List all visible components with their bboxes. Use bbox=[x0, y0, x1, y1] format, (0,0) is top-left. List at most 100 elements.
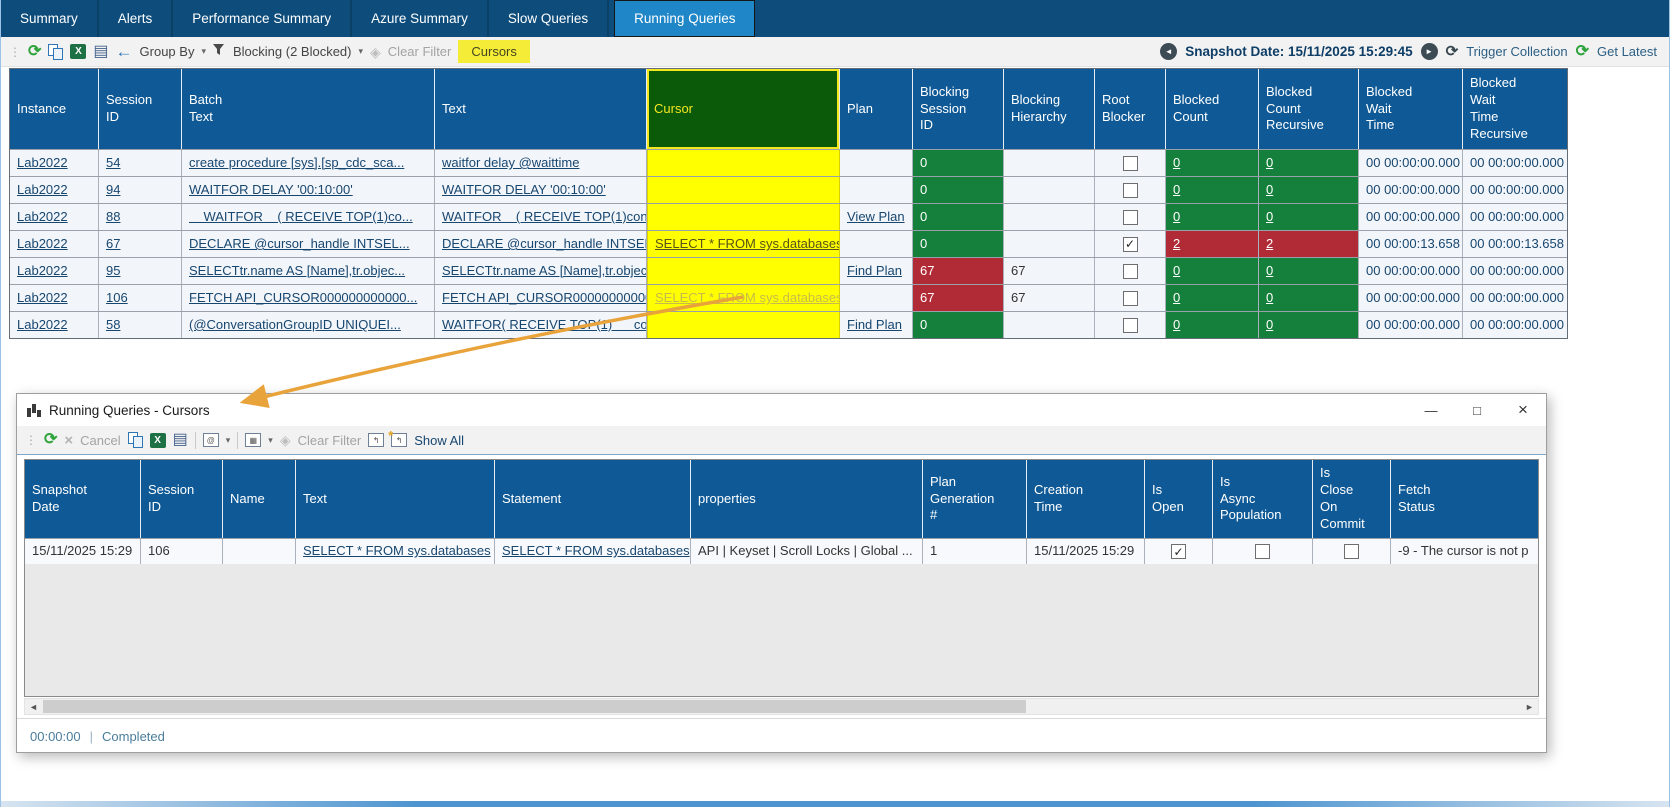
collapse-window-icon[interactable]: ↰ bbox=[368, 433, 384, 447]
count-link[interactable]: 0 bbox=[1173, 155, 1180, 170]
close-button[interactable]: × bbox=[1500, 394, 1546, 426]
grid-link[interactable]: Lab2022 bbox=[17, 182, 68, 197]
grid-link[interactable]: Lab2022 bbox=[17, 155, 68, 170]
cursors-button[interactable]: Cursors bbox=[458, 40, 530, 63]
grid-link[interactable]: SELECTtr.name AS [Name],tr.objec... bbox=[189, 263, 405, 278]
tab-alerts[interactable]: Alerts bbox=[99, 0, 174, 37]
grid-link[interactable]: WAITFOR DELAY '00:10:00' bbox=[442, 182, 606, 197]
tab-performance-summary[interactable]: Performance Summary bbox=[173, 0, 352, 37]
blocking-filter-button[interactable]: Blocking (2 Blocked) bbox=[233, 44, 352, 59]
grid-link[interactable]: DECLARE @cursor_handle INTSEL... bbox=[442, 236, 647, 251]
cursor-link[interactable]: SELECT * FROM sys.databases bbox=[655, 290, 840, 305]
main-column-header-batch-text[interactable]: Batch Text bbox=[182, 69, 435, 149]
grid-link[interactable]: Lab2022 bbox=[17, 236, 68, 251]
grid-link[interactable]: View Plan bbox=[847, 209, 905, 224]
checkbox[interactable] bbox=[1123, 156, 1138, 171]
grid-link[interactable]: 88 bbox=[106, 209, 120, 224]
popup-column-header-statement[interactable]: Statement bbox=[495, 460, 691, 538]
checkbox[interactable]: ✓ bbox=[1171, 544, 1186, 559]
show-all-button[interactable]: Show All bbox=[414, 433, 464, 448]
grid-link[interactable]: WAITFOR ( RECEIVE TOP(1)conv... bbox=[442, 209, 647, 224]
back-arrow-icon[interactable]: ← bbox=[116, 43, 133, 60]
grid-link[interactable]: FETCH API_CURSOR000000000000... bbox=[442, 290, 647, 305]
count-link[interactable]: 0 bbox=[1173, 209, 1180, 224]
scroll-left-button[interactable]: ◄ bbox=[25, 699, 42, 714]
main-column-header-session-id[interactable]: Session ID bbox=[99, 69, 182, 149]
main-column-header-blocking-hierarchy[interactable]: Blocking Hierarchy bbox=[1004, 69, 1095, 149]
popup-column-header-plan-generation[interactable]: Plan Generation # bbox=[923, 460, 1027, 538]
grid-link[interactable]: 54 bbox=[106, 155, 120, 170]
grid-link[interactable]: 67 bbox=[106, 236, 120, 251]
count-link[interactable]: 0 bbox=[1173, 263, 1180, 278]
trigger-collection-icon[interactable]: ⟳ bbox=[1446, 44, 1459, 59]
grid-link[interactable]: waitfor delay @waittime bbox=[442, 155, 579, 170]
count-link[interactable]: 0 bbox=[1173, 182, 1180, 197]
popup-column-header-is-open[interactable]: Is Open bbox=[1145, 460, 1213, 538]
grid-link[interactable]: create procedure [sys].[sp_cdc_sca... bbox=[189, 155, 404, 170]
trigger-collection-button[interactable]: Trigger Collection bbox=[1466, 44, 1567, 59]
grid-link[interactable]: Lab2022 bbox=[17, 290, 68, 305]
checkbox[interactable] bbox=[1344, 544, 1359, 559]
filter-funnel-icon[interactable] bbox=[213, 43, 226, 61]
blocking-filter-caret-icon[interactable]: ▾ bbox=[358, 46, 363, 57]
grid-link[interactable]: 106 bbox=[106, 290, 128, 305]
main-column-header-text[interactable]: Text bbox=[435, 69, 647, 149]
popup-column-header-creation-time[interactable]: Creation Time bbox=[1027, 460, 1145, 538]
column-chooser-caret-icon[interactable]: ▾ bbox=[268, 435, 273, 446]
main-column-header-cursor[interactable]: Cursor bbox=[647, 69, 840, 149]
grid-link[interactable]: Find Plan bbox=[847, 317, 902, 332]
count-link[interactable]: 0 bbox=[1266, 317, 1273, 332]
count-link[interactable]: 0 bbox=[1266, 182, 1273, 197]
scroll-right-button[interactable]: ► bbox=[1521, 699, 1538, 714]
previous-snapshot-button[interactable]: ◄ bbox=[1160, 43, 1177, 60]
main-column-header-blocked-wait-time-recursive[interactable]: Blocked Wait Time Recursive bbox=[1463, 69, 1567, 149]
row-detail-icon[interactable]: ▤ bbox=[93, 44, 108, 60]
count-link[interactable]: 0 bbox=[1173, 290, 1180, 305]
checkbox[interactable]: ✓ bbox=[1123, 237, 1138, 252]
grid-link[interactable]: Lab2022 bbox=[17, 317, 68, 332]
count-link[interactable]: 2 bbox=[1173, 236, 1180, 251]
checkbox[interactable] bbox=[1123, 183, 1138, 198]
popup-column-header-fetch-status[interactable]: Fetch Status bbox=[1391, 460, 1539, 538]
main-column-header-blocking-session-id[interactable]: Blocking Session ID bbox=[913, 69, 1004, 149]
main-column-header-root-blocker[interactable]: Root Blocker bbox=[1095, 69, 1166, 149]
layout-options-icon[interactable]: @ bbox=[203, 433, 219, 447]
grid-link[interactable]: (@ConversationGroupID UNIQUEI... bbox=[189, 317, 401, 332]
popup-column-header-session-id[interactable]: Session ID bbox=[141, 460, 223, 538]
checkbox[interactable] bbox=[1123, 318, 1138, 333]
popup-column-header-snapshot-date[interactable]: Snapshot Date bbox=[25, 460, 141, 538]
checkbox[interactable] bbox=[1255, 544, 1270, 559]
checkbox[interactable] bbox=[1123, 291, 1138, 306]
count-link[interactable]: 0 bbox=[1266, 263, 1273, 278]
grid-link[interactable]: SELECTtr.name AS [Name],tr.objec... bbox=[442, 263, 647, 278]
tab-slow-queries[interactable]: Slow Queries bbox=[489, 0, 609, 37]
minimize-button[interactable]: — bbox=[1408, 394, 1454, 426]
group-by-button[interactable]: Group By bbox=[140, 44, 195, 59]
grid-link[interactable]: Lab2022 bbox=[17, 263, 68, 278]
tab-azure-summary[interactable]: Azure Summary bbox=[352, 0, 489, 37]
new-window-icon[interactable]: ↰ bbox=[391, 433, 407, 447]
grid-link[interactable]: 58 bbox=[106, 317, 120, 332]
refresh-icon[interactable]: ⟳ bbox=[28, 44, 41, 60]
checkbox[interactable] bbox=[1123, 210, 1138, 225]
popup-column-header-name[interactable]: Name bbox=[223, 460, 296, 538]
grid-link[interactable]: SELECT * FROM sys.databases bbox=[303, 543, 491, 558]
refresh-icon[interactable]: ⟳ bbox=[44, 432, 57, 448]
popup-column-header-is-async-population[interactable]: Is Async Population bbox=[1213, 460, 1313, 538]
next-snapshot-button[interactable]: ► bbox=[1421, 43, 1438, 60]
horizontal-scrollbar[interactable]: ◄ ► bbox=[24, 698, 1539, 715]
main-column-header-blocked-count[interactable]: Blocked Count bbox=[1166, 69, 1259, 149]
cancel-button[interactable]: Cancel bbox=[80, 433, 120, 448]
count-link[interactable]: 0 bbox=[1173, 317, 1180, 332]
grid-link[interactable]: Find Plan bbox=[847, 263, 902, 278]
group-by-caret-icon[interactable]: ▾ bbox=[201, 46, 206, 57]
grid-link[interactable]: SELECT * FROM sys.databases bbox=[502, 543, 690, 558]
grid-link[interactable]: 94 bbox=[106, 182, 120, 197]
cursor-link[interactable]: SELECT * FROM sys.databases bbox=[655, 236, 840, 251]
popup-column-header-properties[interactable]: properties bbox=[691, 460, 923, 538]
count-link[interactable]: 0 bbox=[1266, 155, 1273, 170]
tab-running-queries[interactable]: Running Queries bbox=[614, 0, 755, 37]
copy-icon[interactable] bbox=[48, 44, 63, 60]
grid-link[interactable]: WAITFOR DELAY '00:10:00' bbox=[189, 182, 353, 197]
main-column-header-blocked-count-recursive[interactable]: Blocked Count Recursive bbox=[1259, 69, 1359, 149]
